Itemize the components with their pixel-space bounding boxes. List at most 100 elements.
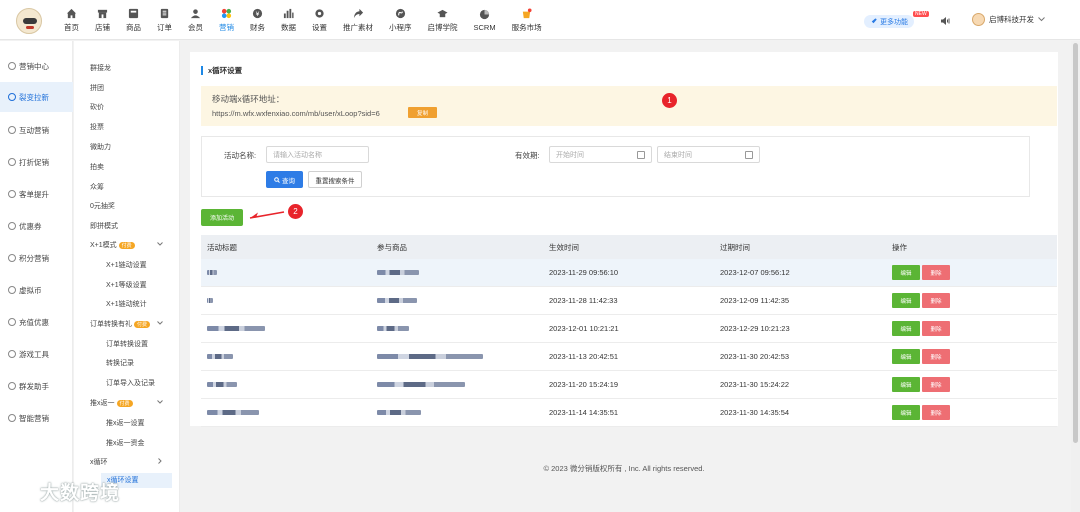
delete-button[interactable]: 删除 <box>922 349 950 364</box>
subnav-item[interactable]: 拍卖 <box>90 162 104 172</box>
edit-button[interactable]: 编辑 <box>892 293 920 308</box>
page-scrollbar[interactable] <box>1071 41 1080 512</box>
nav-promo-material[interactable]: 推广素材 <box>335 0 381 40</box>
edit-button[interactable]: 编辑 <box>892 405 920 420</box>
nav-data[interactable]: 数据 <box>273 0 304 40</box>
nav-service-market[interactable]: 服务市场 <box>504 0 550 40</box>
copy-button[interactable]: 复制 <box>408 107 437 118</box>
edit-button[interactable]: 编辑 <box>892 377 920 392</box>
subnav-item[interactable]: 转换记录 <box>106 358 134 368</box>
edit-button[interactable]: 编辑 <box>892 265 920 280</box>
sidebar-item-order-boost[interactable]: 客单提升 <box>0 179 73 209</box>
nav-order[interactable]: 订单 <box>149 0 180 40</box>
start-date-input[interactable]: 开始时间 <box>549 146 652 163</box>
nav-marketing[interactable]: 营销 <box>211 0 242 40</box>
redacted-title <box>207 298 213 303</box>
scrollbar-thumb[interactable] <box>1073 43 1078 443</box>
nav-store[interactable]: 店铺 <box>87 0 118 40</box>
mobile-url-panel: 移动端x循环地址： https://m.wfx.wxfenxiao.com/mb… <box>201 86 1057 126</box>
brand-logo[interactable] <box>16 8 42 34</box>
user-menu[interactable]: 启博科技开发 <box>972 13 1045 26</box>
column-header: 生效时间 <box>549 242 579 252</box>
annotation-marker-2: 2 <box>288 204 303 219</box>
subnav-item[interactable]: 拼团 <box>90 83 104 93</box>
broadcast-icon <box>8 382 16 390</box>
nav-label: 营销 <box>219 22 234 32</box>
subnav-item[interactable]: 订单转换设置 <box>106 339 148 349</box>
subnav-item[interactable]: X+1等级设置 <box>106 280 147 290</box>
subnav-item[interactable]: 投票 <box>90 122 104 132</box>
delete-button[interactable]: 删除 <box>922 405 950 420</box>
chevron-down-icon[interactable] <box>157 320 163 326</box>
subnav-group-order-convert[interactable]: 订单转换有礼 付费 <box>90 319 151 329</box>
calendar-icon <box>745 151 753 159</box>
subnav-group-label: 订单转换有礼 <box>90 321 132 328</box>
discount-icon <box>8 158 16 166</box>
subnav-item[interactable]: 微助力 <box>90 142 111 152</box>
start-time-cell: 2023-11-14 14:35:51 <box>549 408 619 417</box>
activity-name-input[interactable]: 请输入活动名称 <box>266 146 369 163</box>
subnav-item[interactable]: X+1链动设置 <box>106 260 147 270</box>
sidebar-item-coupon[interactable]: 优惠券 <box>0 211 73 241</box>
subnav-item[interactable]: 订单导入及记录 <box>106 378 155 388</box>
subnav-item[interactable]: 砍价 <box>90 102 104 112</box>
query-button[interactable]: 查询 <box>266 171 303 188</box>
sidebar-item-games[interactable]: 游戏工具 <box>0 339 73 369</box>
subnav-item[interactable]: 即拼模式 <box>90 221 118 231</box>
delete-button[interactable]: 删除 <box>922 321 950 336</box>
nav-goods[interactable]: 商品 <box>118 0 149 40</box>
sidebar-item-label: 智能营销 <box>19 413 49 423</box>
subnav-item[interactable]: 0元抽奖 <box>90 201 115 211</box>
nav-settings[interactable]: 设置 <box>304 0 335 40</box>
nav-finance[interactable]: ¥ 财务 <box>242 0 273 40</box>
sidebar-item-interactive[interactable]: 互动营销 <box>0 115 73 145</box>
edit-button[interactable]: 编辑 <box>892 349 920 364</box>
delete-button[interactable]: 删除 <box>922 293 950 308</box>
nav-academy[interactable]: 启博学院 <box>420 0 466 40</box>
nav-member[interactable]: 会员 <box>180 0 211 40</box>
speaker-icon[interactable] <box>940 16 950 26</box>
edit-button[interactable]: 编辑 <box>892 321 920 336</box>
chevron-down-icon[interactable] <box>157 241 163 247</box>
sidebar-item-recharge[interactable]: 充值优惠 <box>0 307 73 337</box>
sidebar-item-broadcast[interactable]: 群发助手 <box>0 371 73 401</box>
sidebar-item-points[interactable]: 积分营销 <box>0 243 73 273</box>
url-text: https://m.wfx.wxfenxiao.com/mb/user/xLoo… <box>212 109 380 118</box>
subnav-item[interactable]: X+1链动统计 <box>106 299 147 309</box>
add-activity-button[interactable]: 添加活动 <box>201 209 243 226</box>
chevron-down-icon[interactable] <box>157 399 163 405</box>
nav-scrm[interactable]: SCRM <box>466 0 504 40</box>
subnav-group-x1[interactable]: X+1模式 付费 <box>90 240 135 250</box>
subnav-item[interactable]: 推x返一设置 <box>106 418 145 428</box>
more-features-button[interactable]: 更多功能 <box>864 15 914 28</box>
sidebar-item-fission[interactable]: 裂变拉新 <box>0 82 73 112</box>
end-date-input[interactable]: 结束时间 <box>657 146 760 163</box>
sidebar-item-virtual-coin[interactable]: 虚拟币 <box>0 275 73 305</box>
delete-button[interactable]: 删除 <box>922 377 950 392</box>
search-panel: 活动名称: 请输入活动名称 有效期: 开始时间 结束时间 查询 重置搜索条件 <box>201 136 1030 197</box>
nav-home[interactable]: 首页 <box>56 0 87 40</box>
table-row: 2023-11-14 14:35:51 2023-11-30 14:35:54 … <box>201 399 1057 427</box>
chevron-right-icon[interactable] <box>157 458 163 464</box>
subnav-item[interactable]: 推x返一资金 <box>106 438 145 448</box>
nav-miniprogram[interactable]: 小程序 <box>381 0 420 40</box>
start-time-cell: 2023-12-01 10:21:21 <box>549 324 619 333</box>
subnav-item[interactable]: 众筹 <box>90 182 104 192</box>
svg-text:¥: ¥ <box>256 10 260 17</box>
member-icon <box>190 8 201 18</box>
annotation-marker-1: 1 <box>662 93 677 108</box>
subnav-group-push-return[interactable]: 推x返一 付费 <box>90 398 133 408</box>
nav-label: 首页 <box>64 22 79 32</box>
nav-label: 服务市场 <box>511 22 542 32</box>
subnav-group-x-loop[interactable]: x循环 <box>90 457 108 467</box>
nav-label: 财务 <box>250 22 265 32</box>
delete-button[interactable]: 删除 <box>922 265 950 280</box>
footer-copyright: © 2023 微分销版权所有 , Inc. All rights reserve… <box>543 464 705 473</box>
sidebar-item-smart[interactable]: 智能营销 <box>0 403 73 433</box>
reset-search-button[interactable]: 重置搜索条件 <box>308 171 362 188</box>
sidebar-item-discount[interactable]: 打折促销 <box>0 147 73 177</box>
query-label: 查询 <box>282 177 295 185</box>
sidebar-item-marketing-center[interactable]: 营销中心 <box>0 51 73 81</box>
end-time-cell: 2023-11-30 15:24:22 <box>720 380 790 389</box>
subnav-item[interactable]: 群接龙 <box>90 63 111 73</box>
